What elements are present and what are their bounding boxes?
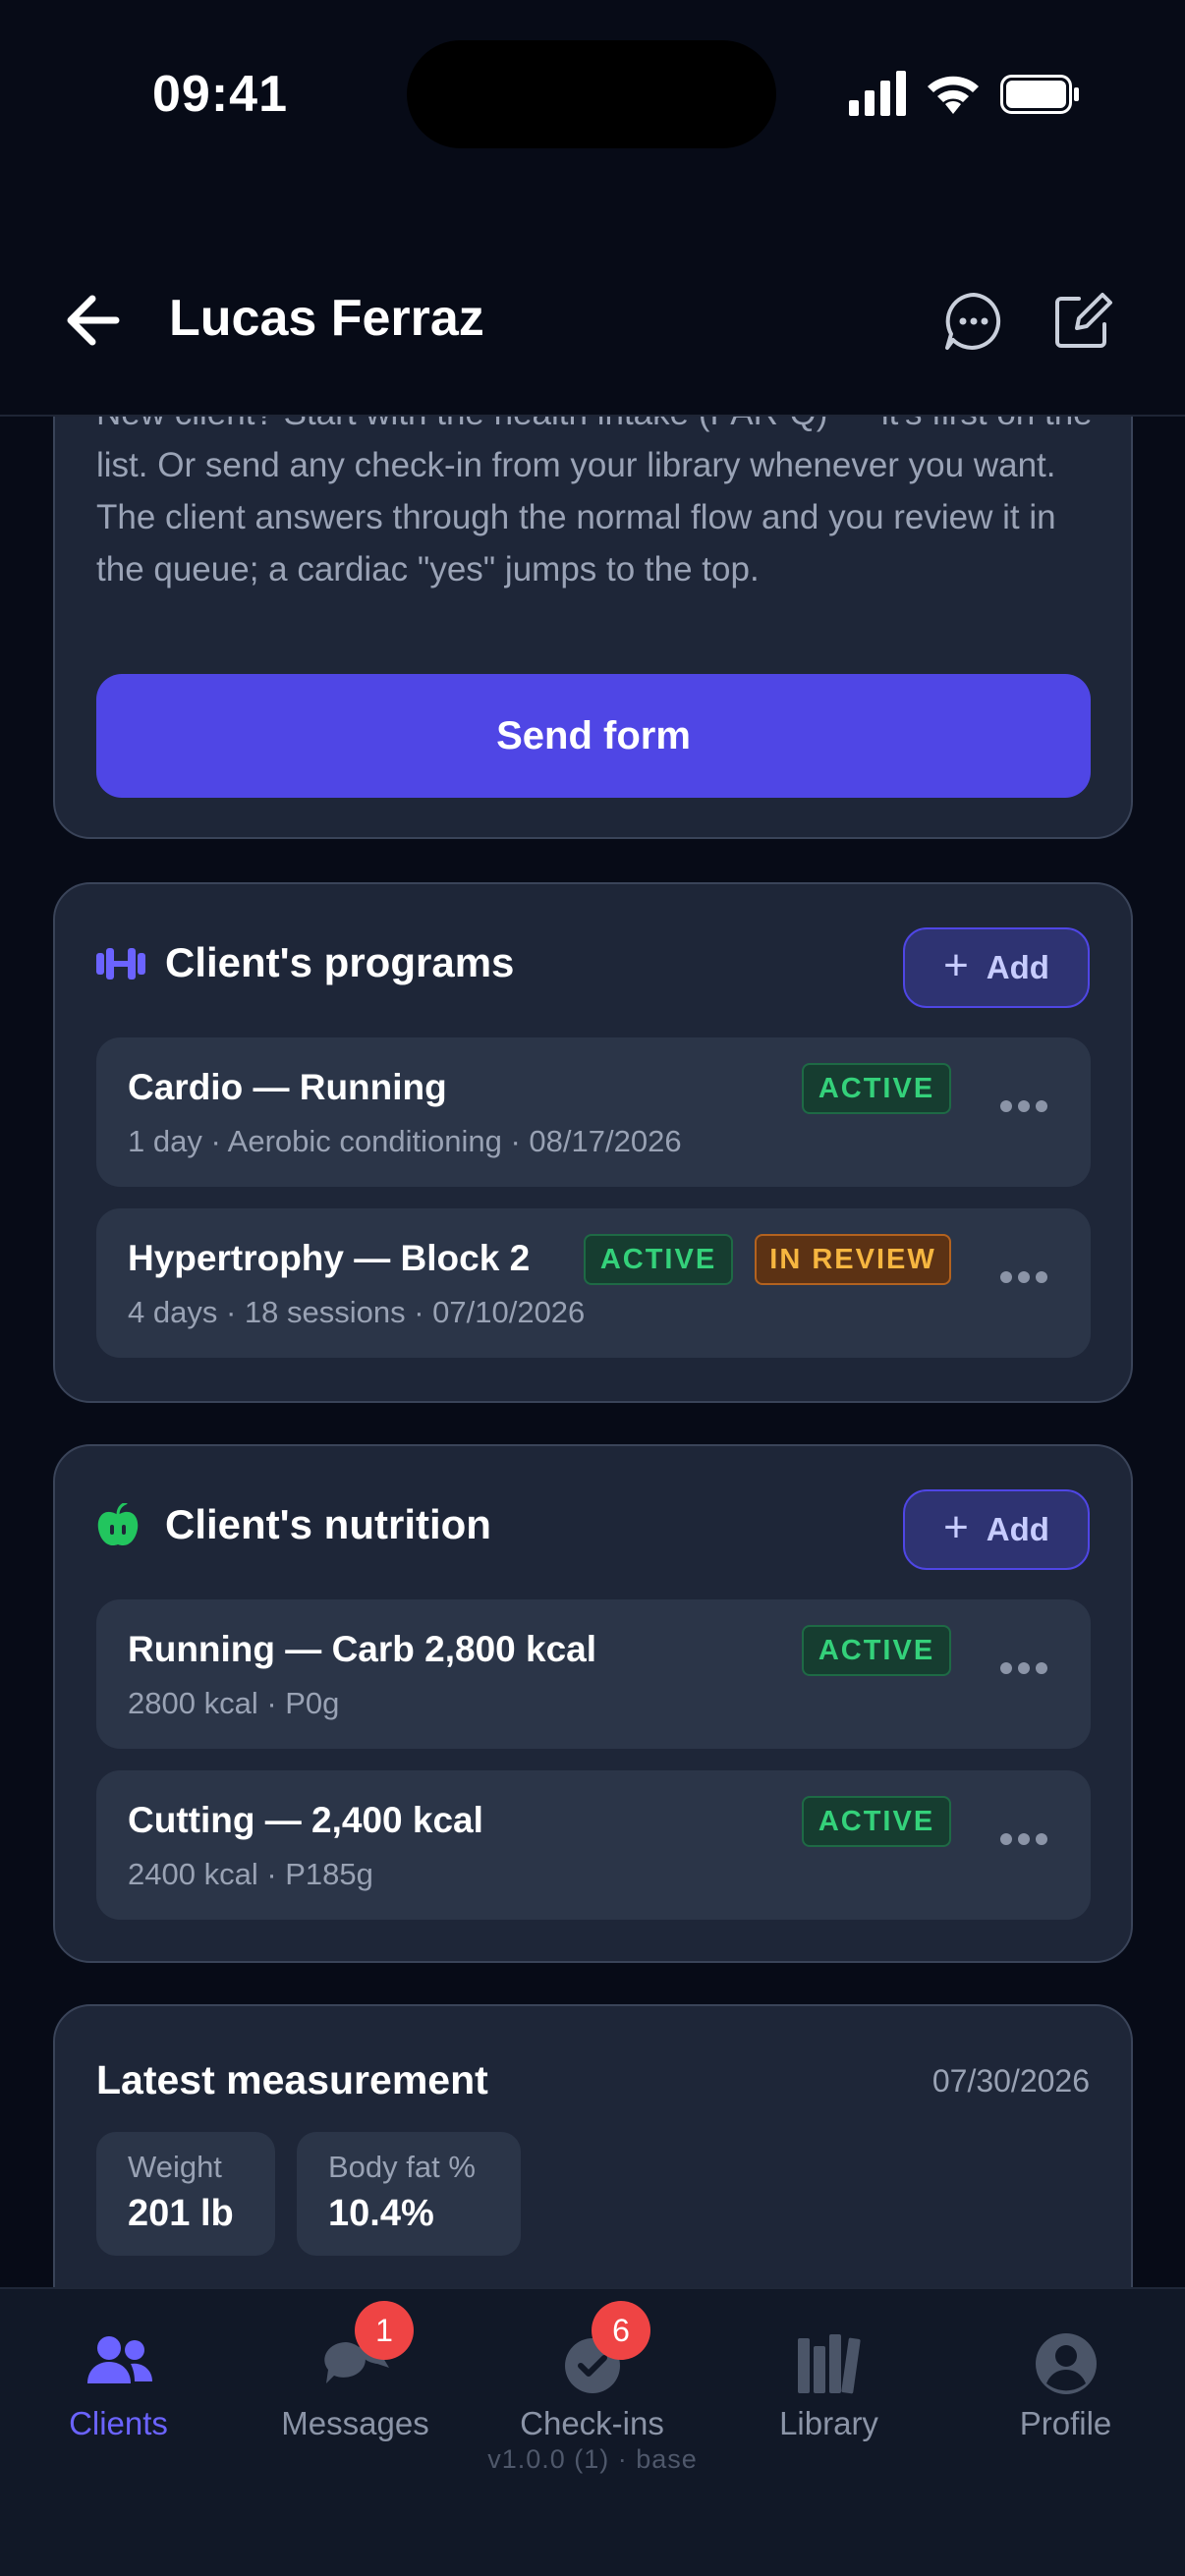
status-time: 09:41 bbox=[152, 66, 288, 123]
program-title: Cardio — Running bbox=[128, 1067, 447, 1107]
books-icon bbox=[797, 2334, 861, 2394]
metric-value: 10.4% bbox=[328, 2193, 434, 2234]
tab-clients[interactable]: Clients bbox=[0, 2289, 237, 2456]
more-options-icon[interactable] bbox=[1000, 1100, 1047, 1114]
plus-icon: + bbox=[943, 941, 969, 989]
program-item[interactable]: Cardio — Running 1 day · Aerobic conditi… bbox=[96, 1037, 1091, 1187]
dynamic-island bbox=[407, 40, 776, 148]
dumbbell-icon bbox=[96, 948, 145, 980]
chat-icon[interactable] bbox=[941, 289, 1006, 354]
add-program-button[interactable]: + Add bbox=[903, 927, 1090, 1008]
back-arrow-icon[interactable] bbox=[61, 291, 130, 350]
wifi-icon bbox=[928, 76, 979, 114]
program-subtitle: 1 day · Aerobic conditioning · 08/17/202… bbox=[128, 1124, 682, 1158]
send-form-button[interactable]: Send form bbox=[96, 674, 1091, 798]
add-nutrition-button[interactable]: + Add bbox=[903, 1489, 1090, 1570]
tab-messages[interactable]: 1 Messages bbox=[237, 2289, 474, 2456]
tab-label: Clients bbox=[69, 2405, 168, 2441]
cellular-signal-icon bbox=[849, 71, 906, 116]
add-program-label: Add bbox=[986, 949, 1049, 985]
tab-library[interactable]: Library bbox=[710, 2289, 947, 2456]
nutrition-item[interactable]: Running — Carb 2,800 kcal 2800 kcal · P0… bbox=[96, 1599, 1091, 1749]
status-bar: 09:41 bbox=[0, 0, 1185, 187]
programs-title: Client's programs bbox=[165, 939, 515, 985]
nutrition-plan-subtitle: 2800 kcal · P0g bbox=[128, 1686, 340, 1720]
status-badge-active: ACTIVE bbox=[584, 1234, 733, 1285]
battery-icon bbox=[1000, 75, 1079, 114]
page-title: Lucas Ferraz bbox=[169, 290, 484, 347]
check-ins-badge: 6 bbox=[592, 2301, 650, 2360]
edit-icon[interactable] bbox=[1049, 289, 1114, 354]
metric-weight: Weight 201 lb bbox=[96, 2132, 275, 2256]
metric-label: Weight bbox=[128, 2150, 222, 2184]
plus-icon: + bbox=[943, 1503, 969, 1551]
status-badge-active: ACTIVE bbox=[802, 1625, 951, 1676]
program-title: Hypertrophy — Block 2 bbox=[128, 1238, 531, 1278]
measurement-date: 07/30/2026 bbox=[931, 2063, 1090, 2099]
status-badge-in-review: IN REVIEW bbox=[755, 1234, 951, 1285]
app-version: v1.0.0 (1) · base bbox=[487, 2444, 698, 2474]
nutrition-card: Client's nutrition + Add Running — Carb … bbox=[53, 1444, 1133, 1963]
bottom-tab-bar: Clients 1 Messages 6 Check-ins Library P… bbox=[0, 2287, 1185, 2576]
messages-badge: 1 bbox=[355, 2301, 414, 2360]
more-options-icon[interactable] bbox=[1000, 1662, 1047, 1676]
status-badge-active: ACTIVE bbox=[802, 1063, 951, 1114]
metric-label: Body fat % bbox=[328, 2150, 476, 2184]
nutrition-plan-title: Running — Carb 2,800 kcal bbox=[128, 1629, 597, 1669]
program-subtitle: 4 days · 18 sessions · 07/10/2026 bbox=[128, 1295, 586, 1329]
apple-icon bbox=[97, 1503, 139, 1546]
status-badge-active: ACTIVE bbox=[802, 1796, 951, 1847]
add-nutrition-label: Add bbox=[986, 1511, 1049, 1547]
users-icon bbox=[86, 2336, 152, 2383]
tab-label: Check-ins bbox=[520, 2405, 664, 2441]
tab-profile[interactable]: Profile bbox=[947, 2289, 1184, 2456]
programs-card: Client's programs + Add Cardio — Running… bbox=[53, 882, 1133, 1403]
nutrition-plan-title: Cutting — 2,400 kcal bbox=[128, 1800, 483, 1840]
nutrition-plan-subtitle: 2400 kcal · P185g bbox=[128, 1857, 373, 1891]
tab-label: Library bbox=[779, 2405, 878, 2441]
nutrition-item[interactable]: Cutting — 2,400 kcal 2400 kcal · P185g A… bbox=[96, 1770, 1091, 1920]
user-circle-icon bbox=[1035, 2333, 1097, 2394]
more-options-icon[interactable] bbox=[1000, 1271, 1047, 1285]
metric-body-fat: Body fat % 10.4% bbox=[297, 2132, 521, 2256]
health-intake-card: New client? Start with the health intake… bbox=[53, 364, 1133, 839]
measurement-title: Latest measurement bbox=[96, 2057, 488, 2102]
tab-label: Messages bbox=[281, 2405, 429, 2441]
program-item[interactable]: Hypertrophy — Block 2 4 days · 18 sessio… bbox=[96, 1208, 1091, 1358]
intro-description: New client? Start with the health intake… bbox=[96, 394, 1093, 588]
tab-check-ins[interactable]: 6 Check-ins bbox=[474, 2289, 710, 2456]
nutrition-title: Client's nutrition bbox=[165, 1501, 491, 1547]
tab-label: Profile bbox=[1019, 2405, 1112, 2441]
metric-value: 201 lb bbox=[128, 2193, 234, 2234]
more-options-icon[interactable] bbox=[1000, 1833, 1047, 1847]
